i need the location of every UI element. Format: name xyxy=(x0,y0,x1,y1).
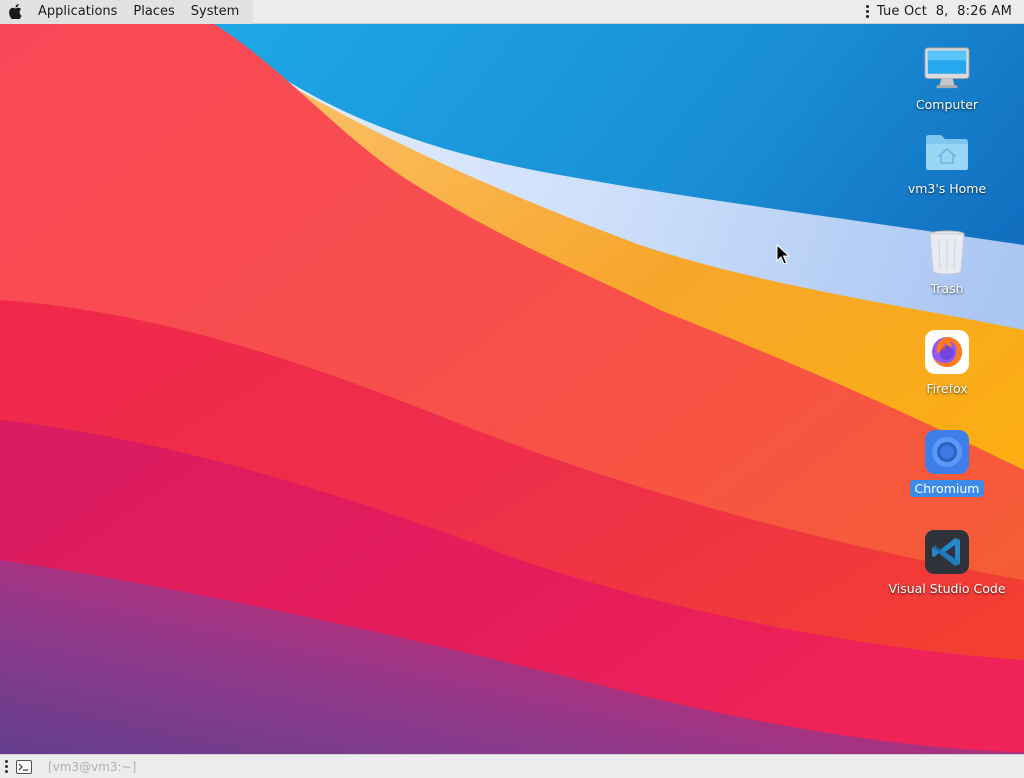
desktop-icon-vscode[interactable]: Visual Studio Code xyxy=(882,528,1012,597)
desktop-icon-firefox[interactable]: Firefox xyxy=(882,328,1012,397)
desktop-icon-home[interactable]: vm3's Home xyxy=(882,128,1012,197)
desktop-icon-trash[interactable]: Trash xyxy=(882,228,1012,297)
desktop-icon-label: Computer xyxy=(915,97,979,112)
vscode-icon xyxy=(923,528,971,576)
home-folder-icon xyxy=(923,128,971,176)
desktop-icon-label: Firefox xyxy=(926,381,968,396)
desktop-icon-label: Chromium xyxy=(909,480,985,497)
menu-places[interactable]: Places xyxy=(125,0,182,24)
panel-grip-icon[interactable] xyxy=(2,755,10,778)
desktop-icon-computer[interactable]: Computer xyxy=(882,44,1012,113)
panel-right: Tue Oct 8, 8:26 AM xyxy=(863,0,1024,24)
chromium-icon xyxy=(923,428,971,476)
panel-handle-icon[interactable] xyxy=(863,0,873,24)
clock[interactable]: Tue Oct 8, 8:26 AM xyxy=(877,4,1012,19)
menu-system[interactable]: System xyxy=(183,0,247,24)
desktop-screen: Applications Places System Tue Oct 8, 8:… xyxy=(0,0,1024,778)
desktop-icon-chromium[interactable]: Chromium xyxy=(882,428,1012,497)
menu-bar: Applications Places System xyxy=(0,0,254,24)
bottom-panel: [vm3@vm3:~] xyxy=(0,754,1024,778)
terminal-launcher-icon[interactable] xyxy=(14,757,34,777)
computer-icon xyxy=(923,44,971,92)
trash-icon xyxy=(923,228,971,276)
firefox-icon xyxy=(923,328,971,376)
desktop-icon-label: Visual Studio Code xyxy=(888,581,1006,596)
desktop-icon-label: vm3's Home xyxy=(907,181,987,196)
menu-applications[interactable]: Applications xyxy=(30,0,125,24)
desktop-wallpaper xyxy=(0,0,1024,778)
top-panel: Applications Places System Tue Oct 8, 8:… xyxy=(0,0,1024,24)
desktop-icon-label: Trash xyxy=(930,281,964,296)
apple-logo-icon[interactable] xyxy=(0,0,30,24)
taskbar-terminal-window[interactable]: [vm3@vm3:~] xyxy=(42,757,142,777)
